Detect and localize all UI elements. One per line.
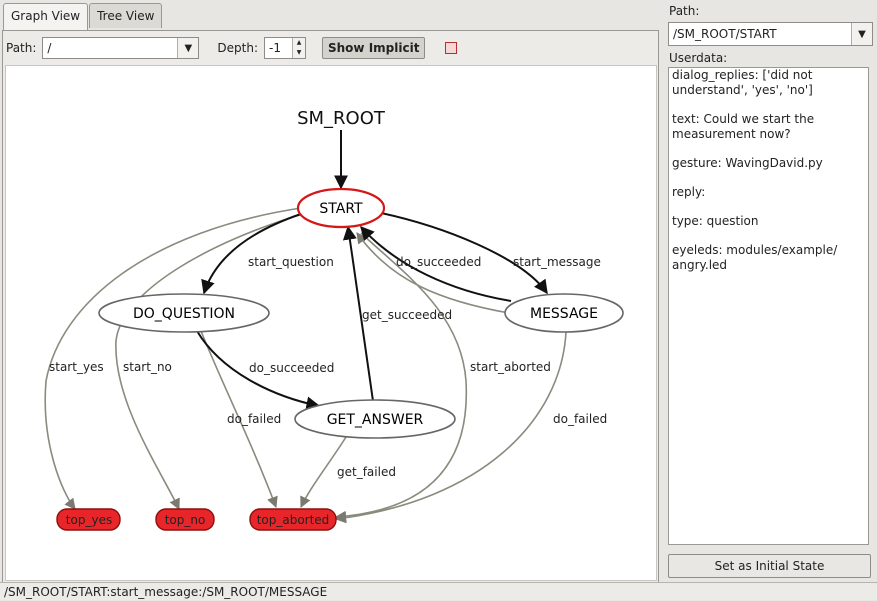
- spin-arrows-icon[interactable]: ▲ ▼: [292, 38, 305, 58]
- userdata-line: eyeleds: modules/example/ angry.led: [672, 243, 838, 272]
- tab-graph-view[interactable]: Graph View: [3, 3, 89, 30]
- graph-toolbar: Path: / ▼ Depth: -1 ▲ ▼ Show Implicit: [6, 36, 458, 60]
- show-implicit-button[interactable]: Show Implicit: [322, 37, 426, 59]
- node-top-no-label: top_no: [165, 513, 206, 527]
- edge-label-do-failed-message: do_failed: [553, 412, 607, 426]
- node-message-label: MESSAGE: [530, 306, 598, 322]
- tab-tree-view[interactable]: Tree View: [89, 3, 163, 28]
- status-bar: /SM_ROOT/START:start_message:/SM_ROOT/ME…: [0, 582, 877, 600]
- state-info-panel: Path: /SM_ROOT/START ▼ Userdata: dialog_…: [666, 0, 877, 582]
- state-path-select[interactable]: /SM_ROOT/START ▼: [668, 22, 873, 46]
- edge-label-start-yes: start_yes: [49, 360, 104, 374]
- userdata-view[interactable]: dialog_replies: ['did not understand', '…: [668, 67, 869, 545]
- userdata-line: text: Could we start the measurement now…: [672, 112, 815, 141]
- path-label: Path:: [6, 41, 37, 55]
- chevron-down-icon[interactable]: ▼: [851, 23, 872, 45]
- userdata-line: gesture: WavingDavid.py: [672, 156, 823, 170]
- graph-canvas[interactable]: start_question do_succeeded start_messag…: [5, 65, 657, 581]
- state-machine-graph: start_question do_succeeded start_messag…: [44, 108, 624, 531]
- node-sm-root[interactable]: SM_ROOT: [297, 108, 386, 129]
- edge-label-start-message: start_message: [513, 255, 601, 269]
- refresh-icon[interactable]: [445, 42, 458, 54]
- depth-value: -1: [269, 41, 281, 55]
- node-get-answer-label: GET_ANSWER: [327, 412, 424, 428]
- path-select-value: /: [47, 41, 52, 55]
- edge-label-start-aborted: start_aborted: [470, 360, 551, 374]
- edge-start-yes: [44, 207, 302, 510]
- edge-label-get-failed: get_failed: [337, 465, 396, 479]
- userdata-label: Userdata:: [669, 51, 728, 65]
- edge-label-do-succeeded-message: do_succeeded: [396, 255, 481, 269]
- edge-label-start-no: start_no: [123, 360, 172, 374]
- edge-label-do-failed-question: do_failed: [227, 412, 281, 426]
- edge-label-start-question: start_question: [248, 255, 334, 269]
- set-initial-state-button[interactable]: Set as Initial State: [668, 554, 871, 578]
- userdata-line: reply:: [672, 185, 706, 199]
- edge-label-do-succeeded-question: do_succeeded: [249, 361, 334, 375]
- depth-label: Depth:: [217, 41, 258, 55]
- view-tabs: Graph View Tree View: [3, 3, 163, 30]
- edge-start-question: [201, 213, 302, 295]
- edge-start-message: [380, 212, 548, 295]
- userdata-line: dialog_replies: ['did not understand', '…: [672, 68, 813, 97]
- chevron-down-icon[interactable]: ▼: [177, 38, 199, 58]
- node-start-label: START: [319, 201, 363, 217]
- edge-label-get-succeeded: get_succeeded: [362, 308, 452, 322]
- node-top-aborted-label: top_aborted: [257, 513, 330, 527]
- state-path-value: /SM_ROOT/START: [673, 27, 777, 41]
- depth-spinbox[interactable]: -1 ▲ ▼: [264, 37, 306, 59]
- node-do-question-label: DO_QUESTION: [133, 306, 235, 322]
- path-select[interactable]: / ▼: [42, 37, 200, 59]
- userdata-line: type: question: [672, 214, 759, 228]
- right-path-label: Path:: [669, 4, 700, 18]
- node-top-yes-label: top_yes: [66, 513, 112, 527]
